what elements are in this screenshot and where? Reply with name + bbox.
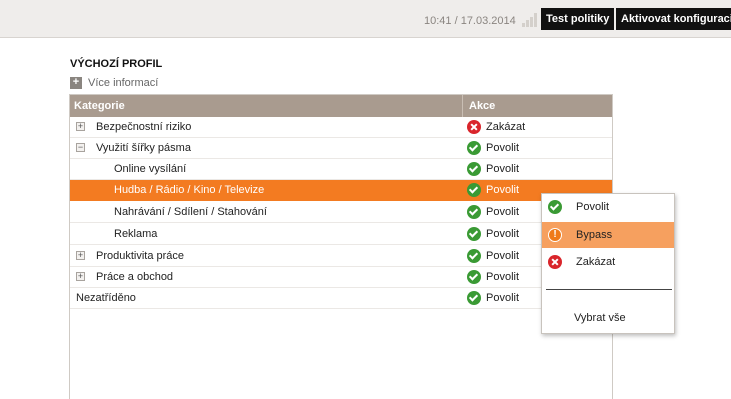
category-label: Práce a obchod: [96, 271, 174, 283]
action-label: Povolit: [486, 292, 520, 304]
plus-icon: +: [70, 77, 82, 89]
action-label: Povolit: [486, 271, 520, 283]
signal-strength-icon: [522, 13, 538, 27]
table-row[interactable]: + Bezpečnostní riziko Zakázat: [70, 117, 612, 138]
menu-item-label: Zakázat: [576, 256, 616, 268]
table-row[interactable]: − Využití šířky pásma Povolit: [70, 138, 612, 159]
category-label: Využití šířky pásma: [96, 142, 191, 154]
allow-icon: [548, 200, 562, 214]
activate-configuration-button[interactable]: Aktivovat konfiguraci: [616, 8, 731, 30]
column-header-category: Kategorie: [74, 100, 125, 112]
action-cell[interactable]: Povolit: [467, 269, 519, 285]
allow-icon: [467, 249, 481, 263]
action-cell[interactable]: Povolit: [467, 290, 519, 306]
action-cell[interactable]: Povolit: [467, 140, 519, 156]
test-policy-button[interactable]: Test politiky: [541, 8, 614, 30]
table-row[interactable]: Nahrávání / Sdílení / Stahování Povolit: [70, 202, 612, 223]
menu-item-label: Povolit: [576, 201, 610, 213]
allow-icon: [467, 227, 481, 241]
menu-item-label: Bypass: [576, 229, 613, 241]
category-label: Reklama: [114, 228, 158, 240]
category-label: Nezatříděno: [76, 292, 136, 304]
table-row[interactable]: Online vysílání Povolit: [70, 159, 612, 180]
more-info-link[interactable]: + Více informací: [70, 76, 158, 90]
profile-title: VÝCHOZÍ PROFIL: [70, 58, 163, 70]
category-label: Bezpečnostní riziko: [96, 121, 192, 133]
table-header: Kategorie Akce: [70, 95, 612, 117]
block-icon: [548, 255, 562, 269]
block-icon: [467, 120, 481, 134]
action-label: Povolit: [486, 142, 520, 154]
table-row[interactable]: + Produktivita práce Povolit: [70, 246, 612, 267]
action-label: Povolit: [486, 228, 520, 240]
category-label: Hudba / Rádio / Kino / Televize: [114, 184, 265, 196]
action-cell[interactable]: Povolit: [467, 248, 519, 264]
allow-icon: [467, 291, 481, 305]
allow-icon: [467, 162, 481, 176]
expand-icon[interactable]: +: [76, 251, 85, 260]
menu-item-bypass[interactable]: Bypass: [542, 222, 674, 248]
action-label: Povolit: [486, 184, 520, 196]
datetime-label: 10:41 / 17.03.2014: [424, 15, 516, 27]
category-table: Kategorie Akce + Bezpečnostní riziko Zak…: [69, 94, 613, 399]
top-bar: 10:41 / 17.03.2014 Test politiky Aktivov…: [0, 0, 731, 38]
action-label: Zakázat: [486, 121, 526, 133]
table-row[interactable]: + Práce a obchod Povolit: [70, 267, 612, 288]
table-row[interactable]: Reklama Povolit: [70, 224, 612, 245]
allow-icon: [467, 141, 481, 155]
action-menu: Povolit Bypass Zakázat Vybrat vše: [541, 193, 675, 334]
menu-item-select-all[interactable]: Vybrat vše: [574, 312, 626, 324]
action-cell[interactable]: Zakázat: [467, 119, 525, 135]
table-row[interactable]: Nezatříděno Povolit: [70, 288, 612, 309]
action-cell[interactable]: Povolit: [467, 226, 519, 242]
action-cell[interactable]: Povolit: [467, 161, 519, 177]
expand-icon[interactable]: +: [76, 122, 85, 131]
warning-icon: [548, 228, 562, 242]
expand-icon[interactable]: +: [76, 272, 85, 281]
action-cell[interactable]: Povolit: [467, 204, 519, 220]
action-label: Povolit: [486, 250, 520, 262]
action-cell[interactable]: Povolit: [467, 182, 519, 198]
category-label: Online vysílání: [114, 163, 187, 175]
menu-item-allow[interactable]: Povolit: [542, 194, 674, 220]
column-header-action: Akce: [462, 95, 495, 117]
collapse-icon[interactable]: −: [76, 143, 85, 152]
menu-item-block[interactable]: Zakázat: [542, 249, 674, 275]
allow-icon: [467, 183, 481, 197]
category-label: Produktivita práce: [96, 250, 185, 262]
allow-icon: [467, 205, 481, 219]
category-label: Nahrávání / Sdílení / Stahování: [114, 206, 267, 218]
table-row-selected[interactable]: Hudba / Rádio / Kino / Televize Povolit: [70, 180, 612, 201]
allow-icon: [467, 270, 481, 284]
menu-divider: [546, 289, 672, 290]
action-label: Povolit: [486, 206, 520, 218]
action-label: Povolit: [486, 163, 520, 175]
more-info-label: Více informací: [88, 77, 159, 89]
